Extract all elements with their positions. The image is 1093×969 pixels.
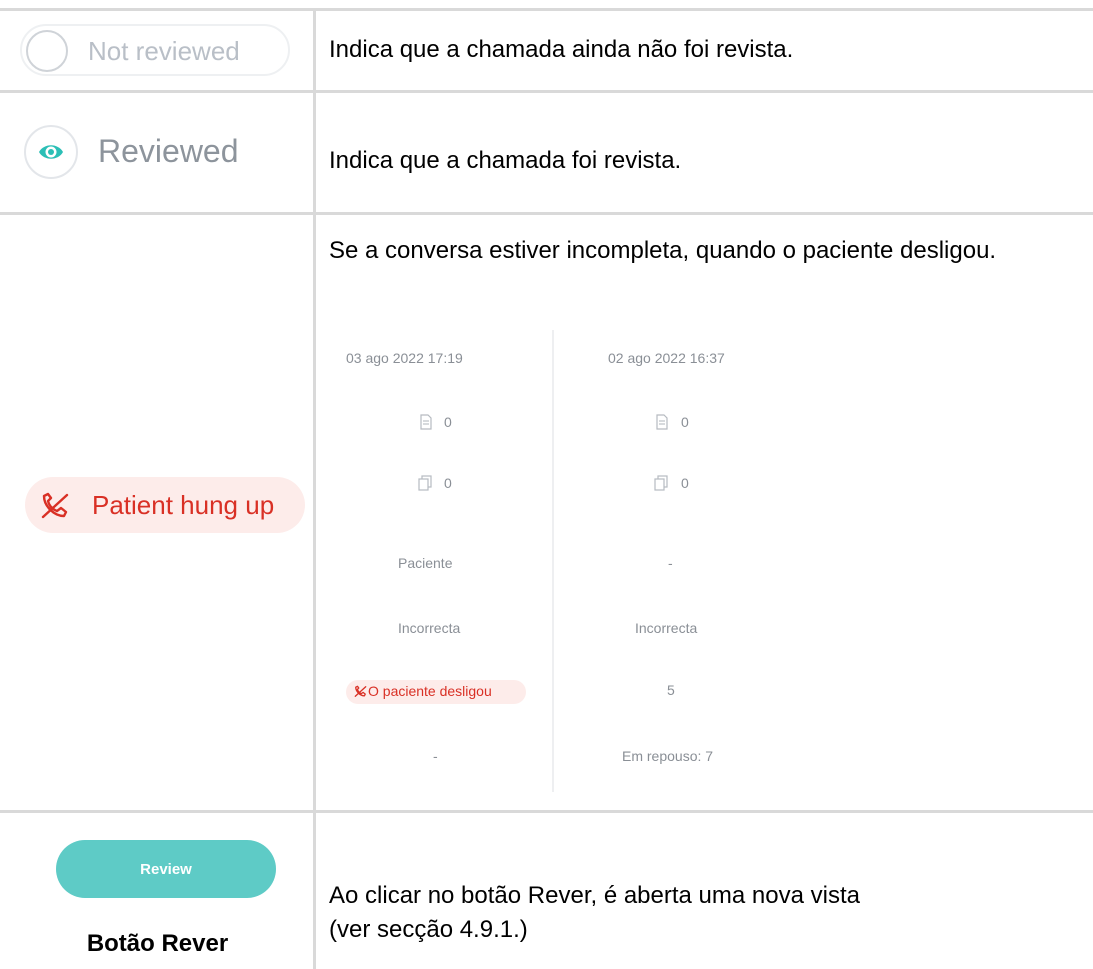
description-review-line2: (ver secção 4.9.1.) xyxy=(329,916,528,943)
call-date: 02 ago 2022 16:37 xyxy=(608,350,725,366)
extra-value: Em repouso: 7 xyxy=(622,748,714,764)
documents-count: 0 xyxy=(681,414,689,430)
classification: Incorrecta xyxy=(398,620,461,636)
copies-count: 0 xyxy=(444,475,452,491)
copies-count: 0 xyxy=(681,475,689,491)
copies-icon xyxy=(654,475,668,491)
mockup-divider xyxy=(552,330,554,792)
call-date: 03 ago 2022 17:19 xyxy=(346,350,463,366)
review-button-caption: Botão Rever xyxy=(86,930,229,957)
score: 5 xyxy=(667,682,675,698)
table-top-border xyxy=(0,8,1093,11)
description-reviewed: Indica que a chamada foi revista. xyxy=(329,147,682,174)
caller: Paciente xyxy=(398,555,453,571)
phone-hangup-icon xyxy=(41,492,69,519)
description-patient-hung-up: Se a conversa estiver incompleta, quando… xyxy=(329,237,997,264)
extra-value: - xyxy=(433,748,438,764)
row-divider xyxy=(0,810,1093,813)
description-review-line1: Ao clicar no botão Rever, é aberta uma n… xyxy=(329,882,860,909)
document-icon xyxy=(420,414,432,430)
status-label: Not reviewed xyxy=(88,36,240,66)
caller: - xyxy=(668,555,673,571)
documents-count: 0 xyxy=(444,414,452,430)
document-icon xyxy=(656,414,668,430)
empty-circle-icon xyxy=(26,30,68,72)
description-not-reviewed: Indica que a chamada ainda não foi revis… xyxy=(329,36,794,63)
patient-hung-up-label: Patient hung up xyxy=(92,490,275,520)
column-divider xyxy=(313,8,316,969)
eye-icon xyxy=(39,145,63,159)
copies-icon xyxy=(418,475,432,491)
hung-up-mini-label: O paciente desligou xyxy=(368,683,492,699)
row-divider xyxy=(0,212,1093,215)
phone-hangup-icon xyxy=(354,685,367,697)
classification: Incorrecta xyxy=(635,620,698,636)
review-button[interactable]: Review xyxy=(56,840,276,898)
status-label: Reviewed xyxy=(98,133,239,169)
row-divider xyxy=(0,90,1093,93)
